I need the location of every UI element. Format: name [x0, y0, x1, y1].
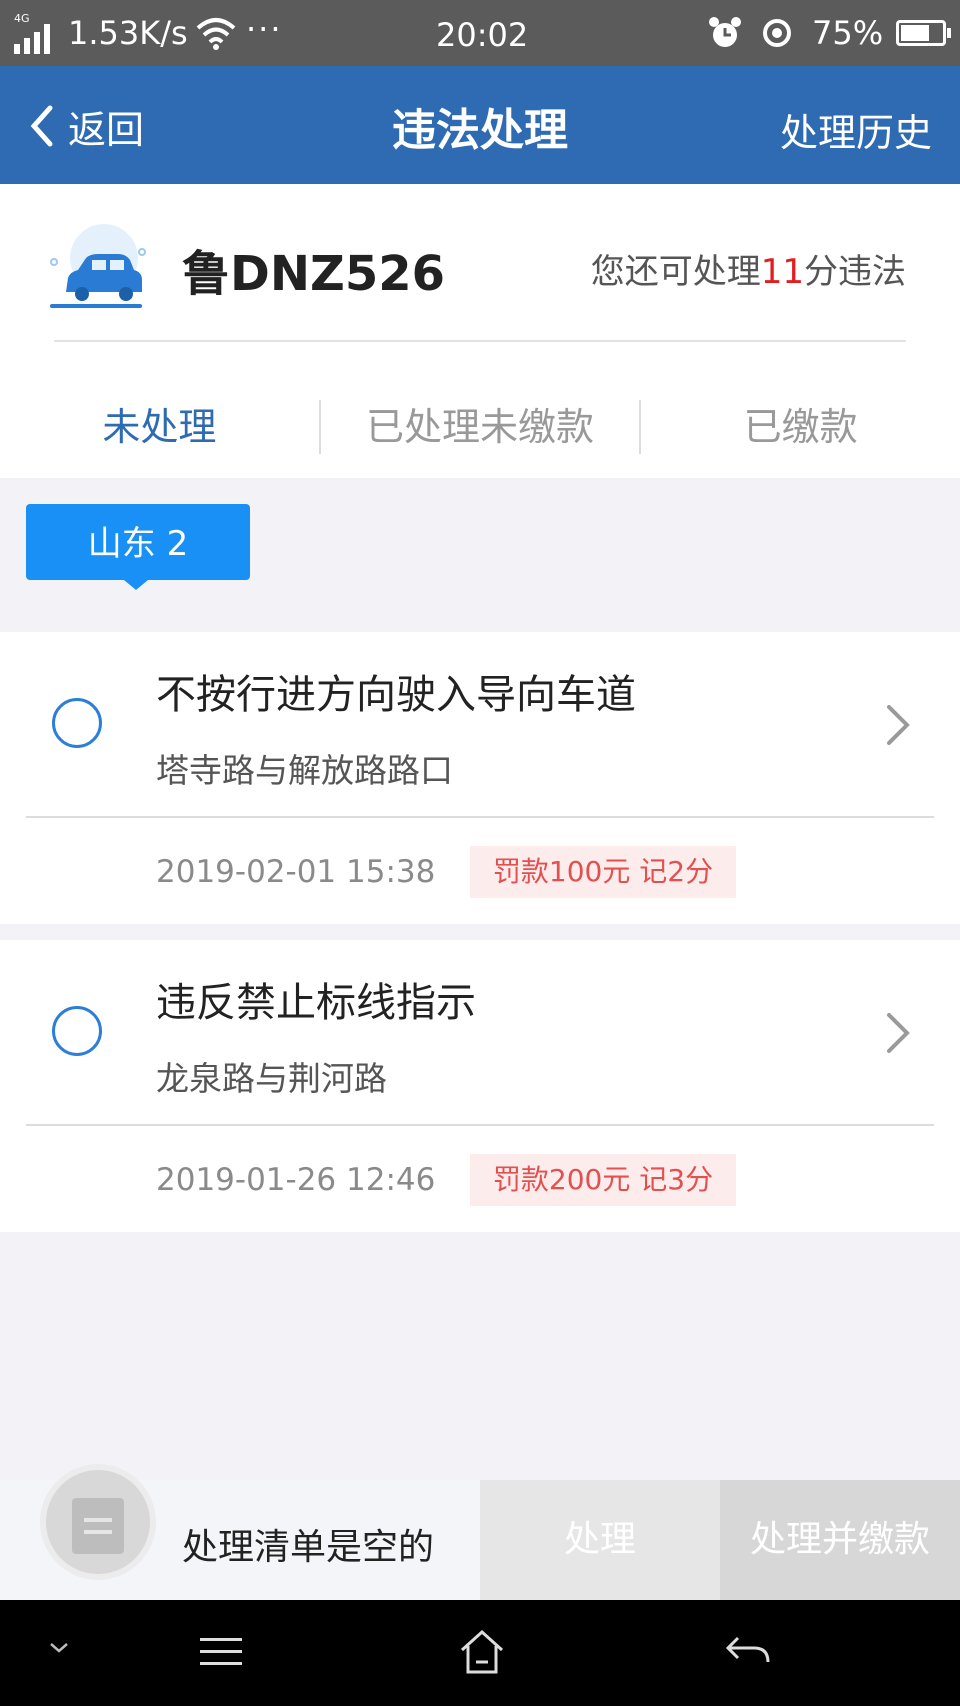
violation-title: 不按行进方向驶入导向车道 — [156, 672, 636, 718]
battery-icon — [896, 20, 951, 46]
tab-unprocessed[interactable]: 未处理 — [0, 384, 319, 470]
location-icon — [763, 19, 791, 47]
penalty-badge: 罚款200元 记3分 — [470, 1154, 736, 1206]
divider — [26, 816, 934, 818]
action-bar: 处理清单是空的 处理 处理并缴款 — [0, 1464, 960, 1600]
alarm-icon — [709, 17, 741, 47]
battery-percent: 75% — [812, 14, 884, 52]
nav-bar: 返回 违法处理 处理历史 — [0, 66, 960, 184]
history-button[interactable]: 处理历史 — [780, 102, 932, 157]
checklist-icon[interactable] — [40, 1464, 156, 1580]
select-radio[interactable] — [52, 698, 102, 748]
violation-location: 塔寺路与解放路路口 — [156, 751, 453, 790]
clock: 20:02 — [436, 16, 529, 54]
violation-card[interactable]: 不按行进方向驶入导向车道 塔寺路与解放路路口 2019-02-01 15:38 … — [0, 632, 960, 924]
process-and-pay-button[interactable]: 处理并缴款 — [720, 1480, 960, 1600]
points-quota: 您还可处理11分违法 — [591, 244, 906, 293]
signal-icon — [14, 18, 54, 54]
document-icon — [72, 1498, 124, 1554]
back-nav-icon[interactable] — [724, 1632, 772, 1672]
plate-number: 鲁DNZ526 — [182, 246, 446, 302]
divider — [26, 1124, 934, 1126]
network-speed: 1.53K/s — [68, 14, 188, 52]
more-icon: ··· — [246, 10, 283, 48]
violation-datetime: 2019-01-26 12:46 — [156, 1162, 436, 1198]
tab-processed-unpaid[interactable]: 已处理未缴款 — [321, 384, 640, 470]
quota-points: 11 — [760, 252, 804, 292]
select-radio[interactable] — [52, 1006, 102, 1056]
violation-title: 违反禁止标线指示 — [156, 980, 476, 1026]
wifi-icon — [196, 18, 236, 50]
quota-prefix: 您还可处理 — [590, 252, 761, 292]
checklist-empty-text: 处理清单是空的 — [182, 1527, 435, 1568]
violation-card[interactable]: 违反禁止标线指示 龙泉路与荆河路 2019-01-26 12:46 罚款200元… — [0, 940, 960, 1232]
menu-icon[interactable] — [198, 1634, 244, 1670]
violation-location: 龙泉路与荆河路 — [156, 1059, 387, 1098]
region-tag[interactable]: 山东 2 — [26, 504, 250, 590]
status-tabs: 未处理 已处理未缴款 已缴款 — [0, 384, 960, 470]
penalty-badge: 罚款100元 记2分 — [470, 846, 736, 898]
home-icon[interactable] — [458, 1628, 506, 1676]
status-bar: 4G 1.53K/s ··· 20:02 75% — [0, 0, 960, 66]
car-icon — [50, 224, 146, 308]
system-nav-bar — [0, 1600, 960, 1706]
tab-paid[interactable]: 已缴款 — [641, 384, 960, 470]
hide-keyboard-icon[interactable] — [48, 1640, 70, 1656]
vehicle-header: 鲁DNZ526 您还可处理11分违法 未处理 已处理未缴款 已缴款 — [0, 184, 960, 478]
divider — [54, 340, 906, 342]
violation-datetime: 2019-02-01 15:38 — [156, 854, 436, 890]
process-button[interactable]: 处理 — [480, 1480, 720, 1600]
chevron-right-icon[interactable] — [884, 1010, 912, 1056]
chevron-right-icon[interactable] — [884, 702, 912, 748]
quota-suffix: 分违法 — [804, 252, 906, 292]
